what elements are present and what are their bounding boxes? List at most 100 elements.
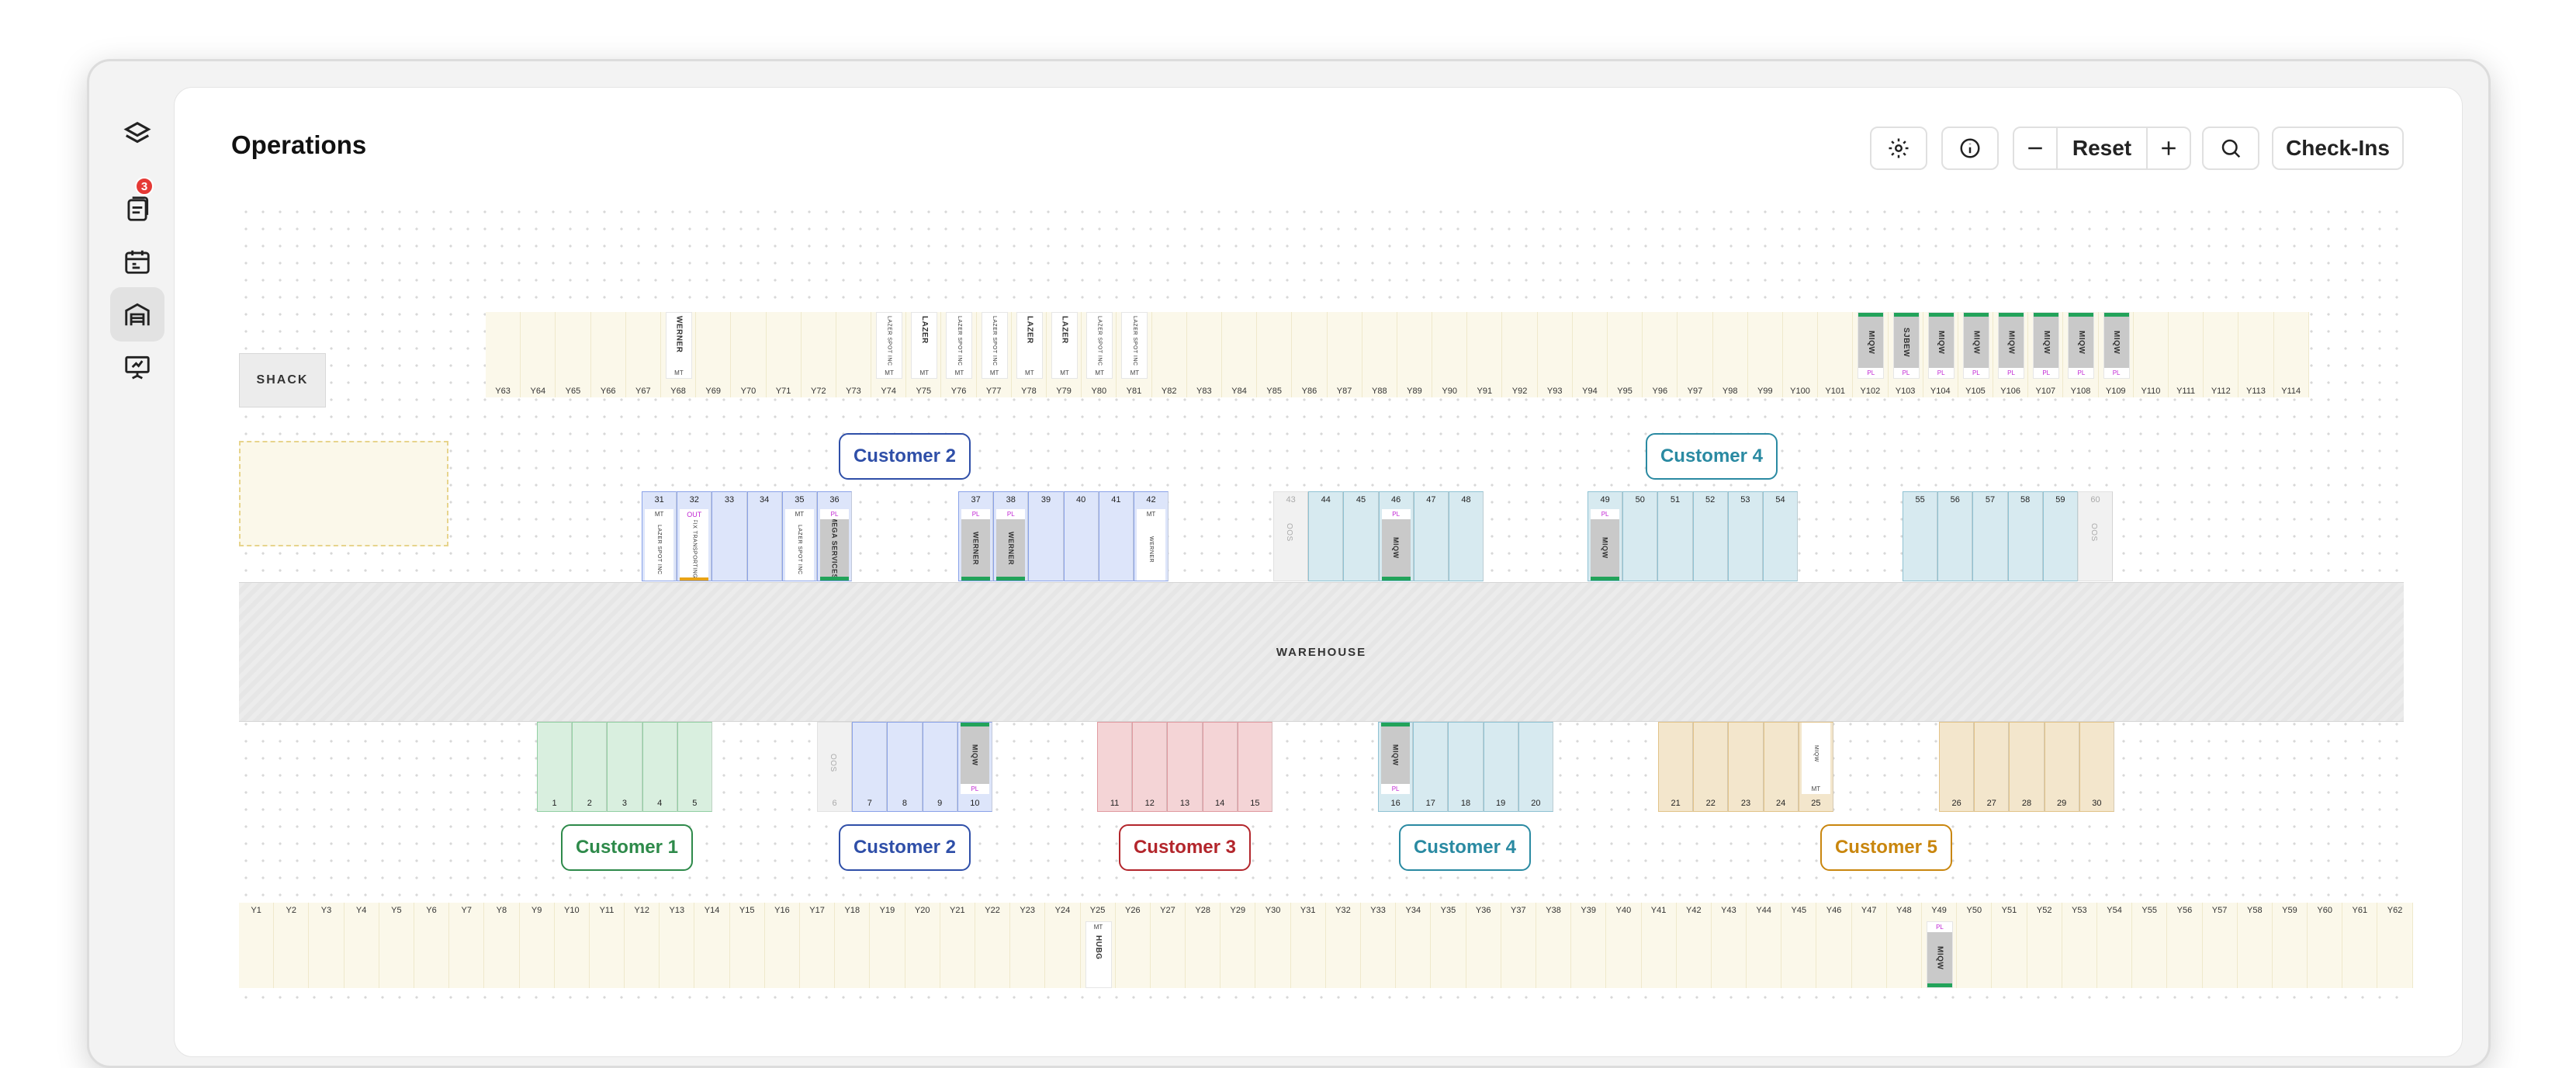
yard-slot[interactable]: Y31 (1290, 903, 1326, 988)
app-logo-icon[interactable] (110, 107, 164, 161)
yard-slot[interactable]: Y97 (1678, 312, 1713, 397)
yard-slot[interactable]: Y74 LAZER SPOT INC MT (871, 312, 907, 397)
yard-slot[interactable]: Y44 (1747, 903, 1782, 988)
yard-slot[interactable]: Y22 (975, 903, 1011, 988)
yard-slot[interactable]: Y28 (1186, 903, 1221, 988)
yard-slot[interactable]: Y105 MIQW PL (1958, 312, 1994, 397)
yard-slot[interactable]: Y79 LAZER MT (1047, 312, 1082, 397)
yard-slot[interactable]: Y69 (696, 312, 732, 397)
yard-slot[interactable]: Y82 (1151, 312, 1187, 397)
yard-slot[interactable]: Y41 (1641, 903, 1677, 988)
yard-slot[interactable]: Y100 (1782, 312, 1819, 397)
dock-door[interactable]: 51 (1657, 491, 1693, 581)
yard-slot[interactable]: Y90 (1432, 312, 1468, 397)
customer-label[interactable]: Customer 1 (561, 824, 693, 871)
yard-slot[interactable]: Y65 (556, 312, 591, 397)
trailer[interactable]: LAZER MT (1051, 312, 1078, 379)
dock-door[interactable]: 52 (1692, 491, 1728, 581)
dock-door[interactable]: 43 OOS (1273, 491, 1309, 581)
dock-door[interactable]: 42 MT WERNER (1133, 491, 1169, 581)
dock-door[interactable]: 3 (607, 722, 642, 812)
customer-label[interactable]: Customer 2 (839, 433, 971, 480)
yard-slot[interactable]: Y30 (1255, 903, 1291, 988)
dock-door[interactable]: 1 (537, 722, 573, 812)
yard-slot[interactable]: Y54 (2096, 903, 2133, 988)
yard-slot[interactable]: Y94 (1572, 312, 1608, 397)
dock-door[interactable]: 41 (1098, 491, 1134, 581)
yard-slot[interactable]: Y9 (519, 903, 555, 988)
yard-slot[interactable]: Y70 (731, 312, 767, 397)
trailer[interactable]: LAZER SPOT INC MT (1121, 312, 1148, 379)
yard-slot[interactable]: Y7 (449, 903, 485, 988)
yard-slot[interactable]: Y59 (2272, 903, 2308, 988)
trailer[interactable]: PL MIQW (1927, 921, 1953, 988)
yard-slot[interactable]: Y24 (1045, 903, 1081, 988)
yard-slot[interactable]: Y63 (486, 312, 521, 397)
yard-slot[interactable]: Y103 SJBEW PL (1888, 312, 1923, 397)
sidebar-item-warehouse[interactable] (110, 287, 164, 342)
dock-door[interactable]: 20 (1518, 722, 1553, 812)
yard-slot[interactable]: Y72 (801, 312, 836, 397)
yard-slot[interactable]: Y58 (2237, 903, 2273, 988)
yard-slot[interactable]: Y34 (1396, 903, 1432, 988)
dock-door[interactable]: 22 (1693, 722, 1729, 812)
customer-label[interactable]: Customer 4 (1646, 433, 1778, 480)
yard-slot[interactable]: Y77 LAZER SPOT INC MT (976, 312, 1012, 397)
dock-door[interactable]: 49 PL MIQW (1587, 491, 1623, 581)
yard-slot[interactable]: Y55 (2132, 903, 2168, 988)
dock-door[interactable]: 7 (852, 722, 888, 812)
dock-door[interactable]: 34 (746, 491, 782, 581)
yard-slot[interactable]: Y88 (1362, 312, 1397, 397)
trailer[interactable]: SJBEW PL (1892, 312, 1920, 379)
yard-slot[interactable]: Y57 (2202, 903, 2238, 988)
yard-slot[interactable]: Y111 (2169, 312, 2204, 397)
yard-slot[interactable]: Y18 (835, 903, 871, 988)
yard-slot[interactable]: Y53 (2062, 903, 2097, 988)
yard-slot[interactable]: Y80 LAZER SPOT INC MT (1082, 312, 1117, 397)
door-trailer[interactable]: MIQW PL (960, 723, 989, 794)
trailer[interactable]: LAZER SPOT INC MT (981, 312, 1008, 379)
yard-slot[interactable]: Y16 (764, 903, 800, 988)
dock-door[interactable]: 39 (1028, 491, 1064, 581)
yard-slot[interactable]: Y12 (625, 903, 660, 988)
info-button[interactable] (1941, 127, 1999, 170)
dock-door[interactable]: 35 MT LAZER SPOT INC (781, 491, 817, 581)
yard-slot[interactable]: Y113 (2238, 312, 2274, 397)
trailer[interactable]: MIQW PL (2103, 312, 2130, 379)
yard-slot[interactable]: Y99 (1747, 312, 1783, 397)
dock-door[interactable]: 27 (1974, 722, 2010, 812)
search-button[interactable] (2202, 127, 2259, 170)
yard-slot[interactable]: Y27 (1150, 903, 1186, 988)
yard-slot[interactable]: Y114 (2273, 312, 2309, 397)
yard-slot[interactable]: Y2 (274, 903, 310, 988)
door-trailer[interactable]: PL MEGA SERVICES (819, 509, 850, 581)
dock-door[interactable]: 30 (2079, 722, 2114, 812)
yard-slot[interactable]: Y46 (1816, 903, 1852, 988)
yard-slot[interactable]: Y33 (1361, 903, 1397, 988)
yard-slot[interactable]: Y19 (870, 903, 905, 988)
settings-button[interactable] (1870, 127, 1927, 170)
yard-slot[interactable]: Y25 MT HUBG (1080, 903, 1116, 988)
dock-door[interactable]: 33 (712, 491, 747, 581)
yard-slot[interactable]: Y68 WERNER MT (660, 312, 697, 397)
dock-door[interactable]: 36 PL MEGA SERVICES (816, 491, 853, 581)
yard-slot[interactable]: Y106 MIQW PL (1993, 312, 2029, 397)
yard-slot[interactable]: Y112 (2204, 312, 2239, 397)
door-trailer[interactable]: OUT FIX TRANSPORTING (680, 509, 709, 581)
dock-door[interactable]: 45 (1343, 491, 1379, 581)
trailer[interactable]: MIQW PL (2068, 312, 2095, 379)
yard-slot[interactable]: Y64 (521, 312, 556, 397)
trailer[interactable]: WERNER MT (665, 312, 692, 379)
door-trailer[interactable]: MT LAZER SPOT INC (645, 509, 674, 581)
yard-slot[interactable]: Y108 MIQW PL (2063, 312, 2099, 397)
dock-door[interactable]: 32 OUT FIX TRANSPORTING (677, 491, 712, 581)
yard-slot[interactable]: Y67 (625, 312, 661, 397)
dock-door[interactable]: 12 (1132, 722, 1168, 812)
dock-door[interactable]: 57 (1972, 491, 2008, 581)
yard-slot[interactable]: Y42 (1676, 903, 1712, 988)
trailer[interactable]: LAZER SPOT INC MT (946, 312, 973, 379)
dock-door[interactable]: 56 (1937, 491, 1973, 581)
dock-door[interactable]: 44 (1308, 491, 1344, 581)
yard-slot[interactable]: Y71 (766, 312, 802, 397)
yard-slot[interactable]: Y49 PL MIQW (1922, 903, 1958, 988)
